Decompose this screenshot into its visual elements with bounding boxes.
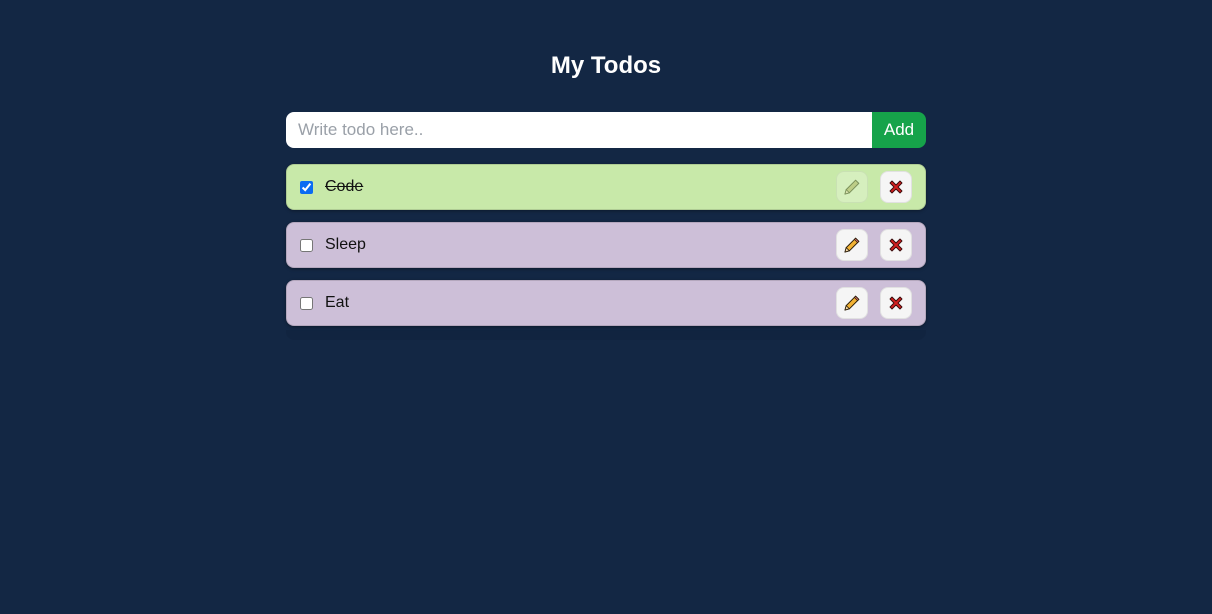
delete-button[interactable]	[880, 171, 912, 203]
edit-button[interactable]	[836, 287, 868, 319]
add-todo-form: Add	[286, 112, 926, 148]
todo-item: Sleep	[286, 222, 926, 268]
edit-button[interactable]	[836, 229, 868, 261]
delete-button[interactable]	[880, 229, 912, 261]
x-icon	[886, 235, 906, 255]
pencil-icon	[842, 235, 862, 255]
todo-text: Code	[325, 178, 364, 195]
todo-input[interactable]	[286, 112, 872, 148]
delete-button[interactable]	[880, 287, 912, 319]
todo-item: Code	[286, 164, 926, 210]
list-footer-divider	[286, 330, 926, 340]
todo-checkbox[interactable]	[300, 238, 313, 252]
todo-checkbox[interactable]	[300, 296, 313, 310]
todo-checkbox[interactable]	[300, 180, 313, 194]
page-title: My Todos	[550, 52, 662, 79]
add-button[interactable]: Add	[872, 112, 926, 148]
edit-button[interactable]	[836, 171, 868, 203]
todo-text: Eat	[325, 294, 350, 311]
pencil-icon	[842, 293, 862, 313]
x-icon	[886, 177, 906, 197]
todo-list: Code Sleep Eat	[286, 164, 926, 338]
pencil-icon	[842, 177, 862, 197]
todo-text: Sleep	[325, 236, 366, 253]
x-icon	[886, 293, 906, 313]
todo-item: Eat	[286, 280, 926, 326]
